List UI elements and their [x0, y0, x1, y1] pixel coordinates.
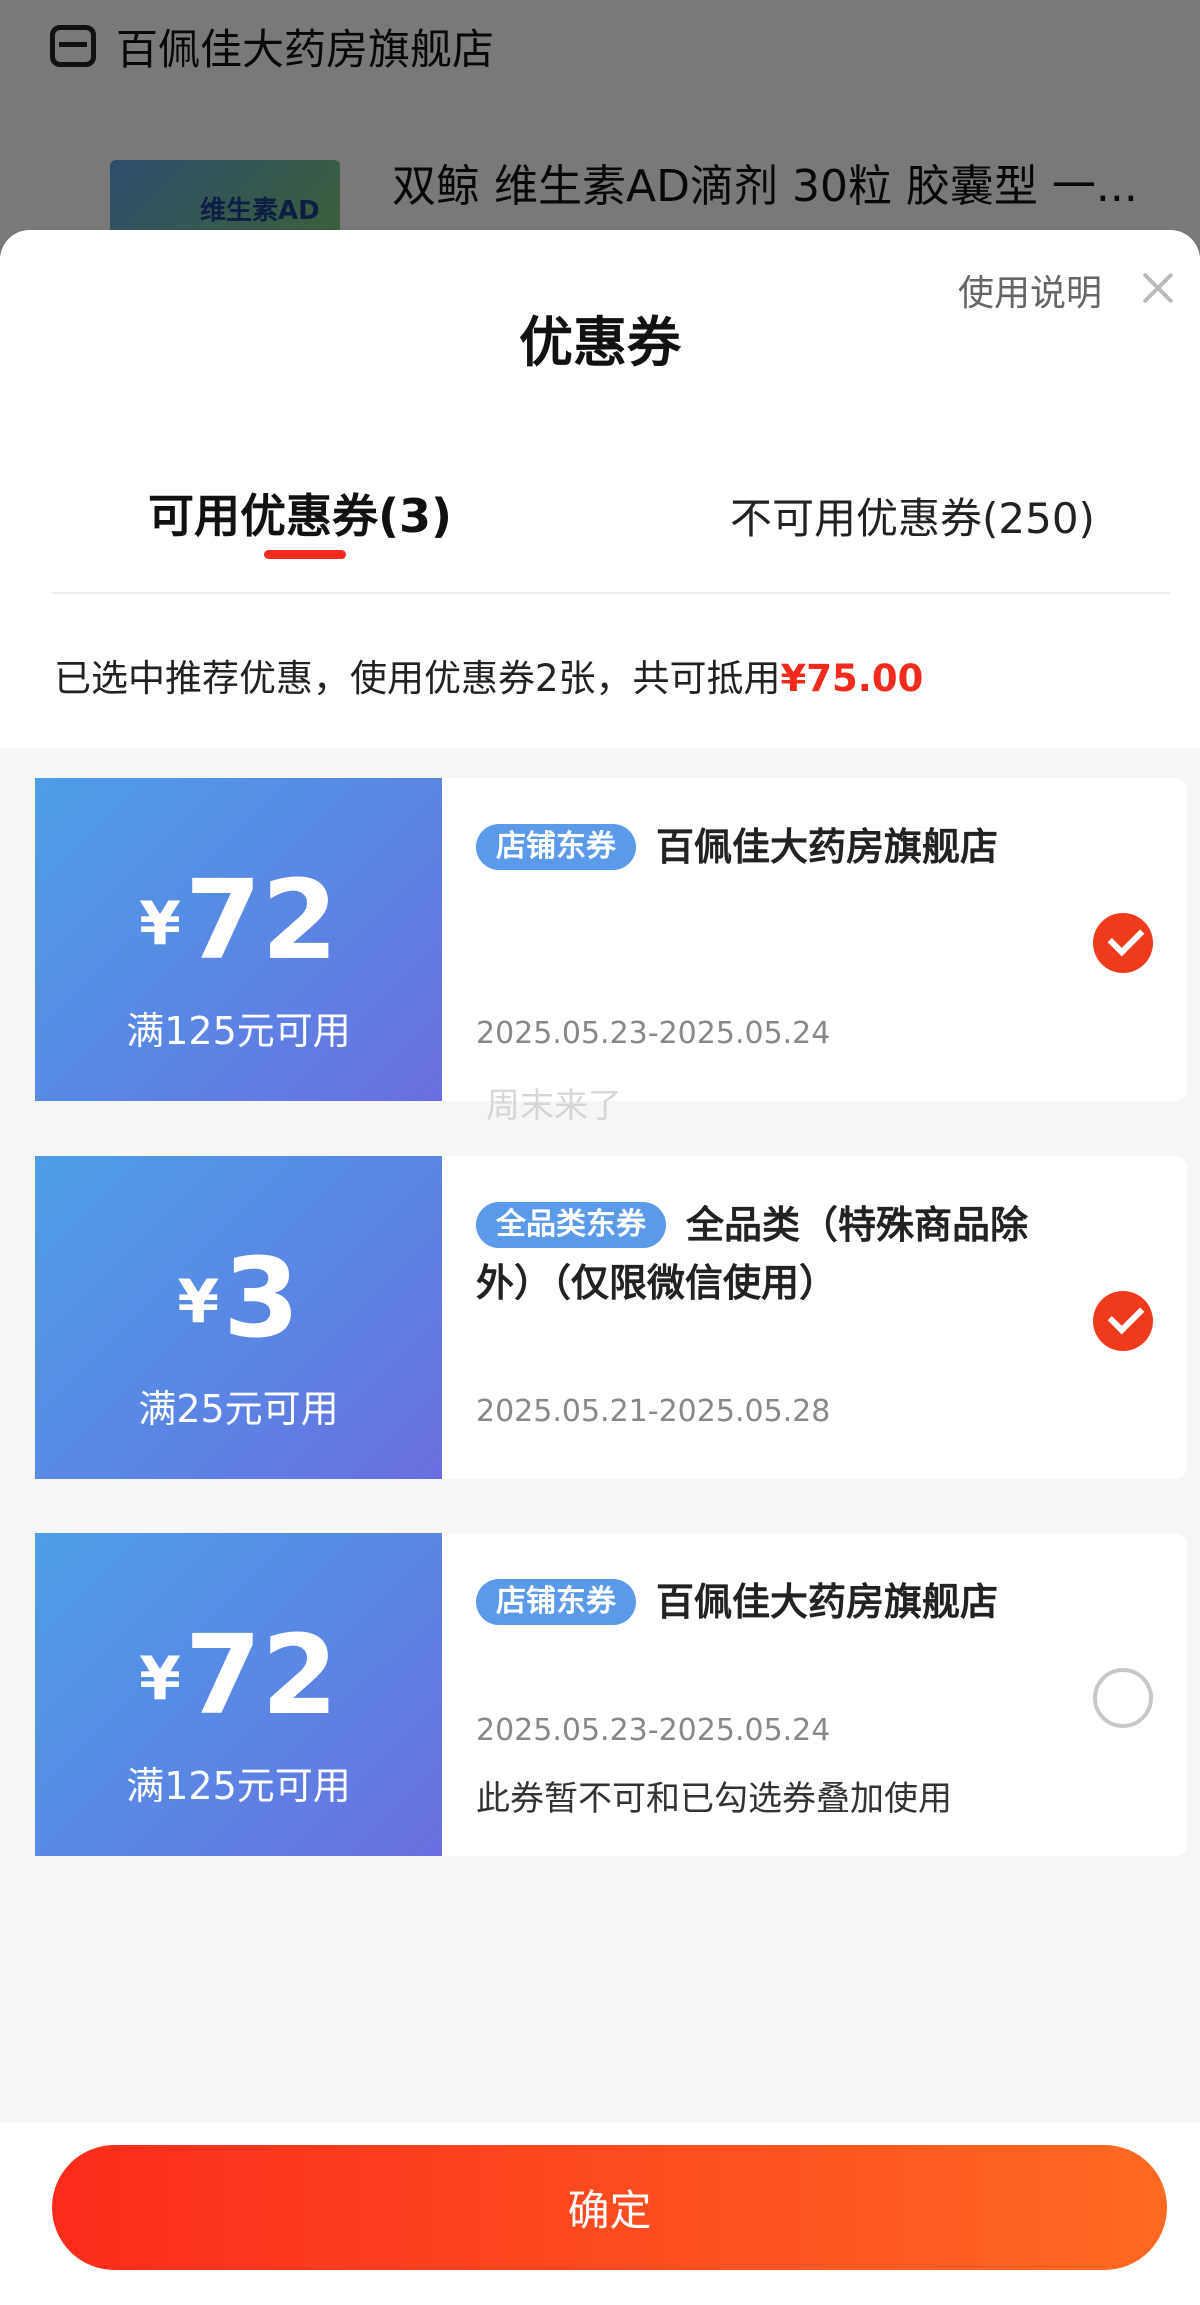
- coupon-condition: 满125元可用: [126, 1764, 351, 1808]
- coupon-date: 2025.05.23-2025.05.24: [476, 1016, 831, 1051]
- coupon-date: 2025.05.21-2025.05.28: [476, 1394, 831, 1429]
- coupon-info: 店铺东券 百佩佳大药房旗舰店 2025.05.23-2025.05.24 此券暂不…: [442, 1533, 1187, 1856]
- coupon-title: 店铺东券 百佩佳大药房旗舰店: [476, 1573, 1067, 1631]
- coupon-title-text: 百佩佳大药房旗舰店: [656, 825, 999, 869]
- coupon-sheet: 使用说明 优惠券 可用优惠券(3) 不可用优惠券(250) 已选中推荐优惠，使用…: [0, 230, 1200, 2305]
- watermark-text: 周末来了: [486, 1086, 622, 1126]
- coupon-title: 店铺东券 百佩佳大药房旗舰店: [476, 818, 1067, 876]
- checkbox-checked-icon[interactable]: [1093, 1291, 1153, 1351]
- coupon-note: 此券暂不可和已勾选券叠加使用: [476, 1779, 952, 1819]
- coupon-info: 店铺东券 百佩佳大药房旗舰店 2025.05.23-2025.05.24: [442, 778, 1187, 1101]
- coupon-amount: 3: [223, 1234, 300, 1362]
- coupon-card[interactable]: ¥72 满125元可用 店铺东券 百佩佳大药房旗舰店 2025.05.23-202…: [27, 1533, 1187, 1856]
- selection-summary: 已选中推荐优惠，使用优惠券2张，共可抵用¥75.00: [54, 648, 923, 702]
- coupon-value-panel: ¥3 满25元可用: [27, 1156, 442, 1479]
- coupon-card[interactable]: ¥3 满25元可用 全品类东券 全品类（特殊商品除外）（仅限微信使用） 2025.…: [27, 1156, 1187, 1479]
- coupon-condition: 满125元可用: [126, 1009, 351, 1053]
- coupon-info: 全品类东券 全品类（特殊商品除外）（仅限微信使用） 2025.05.21-2025…: [442, 1156, 1187, 1479]
- coupon-title: 全品类东券 全品类（特殊商品除外）（仅限微信使用）: [476, 1196, 1067, 1312]
- currency-symbol: ¥: [177, 1267, 220, 1337]
- summary-text: 已选中推荐优惠，使用优惠券2张，共可抵用: [54, 657, 781, 700]
- coupon-title-text: 百佩佳大药房旗舰店: [656, 1580, 999, 1624]
- divider: [52, 592, 1170, 594]
- currency-symbol: ¥: [139, 889, 181, 959]
- tab-unavailable[interactable]: 不可用优惠券(250): [730, 485, 1095, 546]
- coupon-amount: 72: [184, 1611, 338, 1739]
- coupon-date: 2025.05.23-2025.05.24: [476, 1713, 831, 1748]
- summary-amount: ¥75.00: [780, 657, 924, 700]
- coupon-tag: 全品类东券: [476, 1202, 666, 1248]
- coupon-amount: 72: [184, 856, 338, 984]
- currency-symbol: ¥: [139, 1644, 181, 1714]
- tab-available[interactable]: 可用优惠券(3): [148, 480, 452, 546]
- coupon-price: ¥3: [35, 1234, 442, 1362]
- coupon-tag: 店铺东券: [476, 824, 636, 870]
- checkbox-unchecked-icon[interactable]: [1093, 1668, 1153, 1728]
- sheet-header: 使用说明 优惠券 可用优惠券(3) 不可用优惠券(250) 已选中推荐优惠，使用…: [0, 230, 1200, 748]
- tab-active-indicator: [264, 550, 346, 559]
- coupon-tag: 店铺东券: [476, 1579, 636, 1625]
- coupon-value-panel: ¥72 满125元可用: [27, 778, 442, 1101]
- coupon-card[interactable]: ¥72 满125元可用 店铺东券 百佩佳大药房旗舰店 2025.05.23-202…: [27, 778, 1187, 1101]
- coupon-price: ¥72: [35, 1611, 442, 1739]
- coupon-price: ¥72: [35, 856, 442, 984]
- coupon-condition: 满25元可用: [138, 1387, 339, 1431]
- checkbox-checked-icon[interactable]: [1093, 913, 1153, 973]
- sheet-title: 优惠券: [519, 311, 681, 374]
- coupon-value-panel: ¥72 满125元可用: [27, 1533, 442, 1856]
- confirm-button[interactable]: 确定: [52, 2145, 1167, 2270]
